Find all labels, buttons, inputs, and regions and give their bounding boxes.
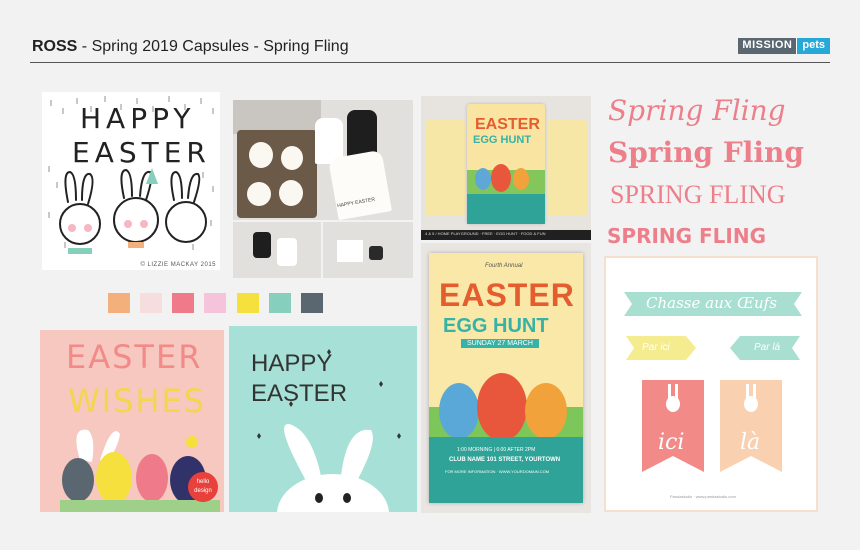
- page-subtitle: - Spring 2019 Capsules - Spring Fling: [77, 38, 349, 55]
- large-flyer-egg-hunt: EGG HUNT: [443, 315, 549, 337]
- small-flyer-footer: 4 & 5 / HOME PLAYGROUND · FREE · EGG HUN…: [425, 231, 546, 236]
- page-title: ROSS - Spring 2019 Capsules - Spring Fli…: [32, 38, 349, 56]
- egg-hunt-flyer-large: Fourth Annual EASTER EGG HUNT SUNDAY 27 …: [421, 243, 591, 513]
- spring-fling-block: SPRING FLING: [607, 224, 767, 248]
- chasse-arrow-left: Par ici: [642, 342, 670, 353]
- chasse-arrow-right: Par là: [754, 342, 781, 353]
- swatch-teal: [269, 293, 291, 313]
- large-flyer-date: SUNDAY 27 MARCH: [461, 339, 539, 348]
- logo-pets: pets: [796, 38, 830, 54]
- small-flyer-easter: EASTER: [475, 116, 540, 133]
- happy-easter-bunny-card: HAPPY EASTER: [229, 326, 417, 512]
- large-flyer-info3: FOR MORE INFORMATION · WWW.YOURDOMAIN.CO…: [445, 469, 550, 474]
- large-flyer-easter: EASTER: [439, 277, 575, 313]
- swatch-orange: [108, 293, 130, 313]
- mission-pets-logo: MISSION pets: [738, 38, 830, 54]
- hello-design-badge: hello design: [188, 472, 218, 502]
- artist-credit: © LIZZIE MACKAY 2015: [140, 262, 216, 268]
- chasse-banner: Chasse aux Œufs: [646, 294, 777, 312]
- chasse-flag-ici: ici: [658, 430, 685, 455]
- happy-easter-line2: EASTER: [72, 136, 211, 169]
- chasse-flag-la: là: [740, 430, 761, 455]
- swatch-yellow: [237, 293, 259, 313]
- bunny-card-art: [257, 349, 401, 512]
- spring-fling-script: Spring Fling: [608, 94, 786, 127]
- happy-easter-line1: HAPPY: [80, 102, 196, 135]
- egg-hunt-flyers-trio: EASTER EGG HUNT 4 & 5 / HOME PLAYGROUND …: [421, 96, 591, 240]
- chasse-aux-oeufs-set: Chasse aux Œufs Par ici Par là ici là Pa…: [604, 256, 818, 512]
- small-flyer-egg-hunt: EGG HUNT: [473, 134, 532, 146]
- large-flyer-info2: CLUB NAME 101 STREET, YOURTOWN: [449, 457, 561, 463]
- spring-fling-bold: Spring Fling: [608, 136, 804, 169]
- spring-fling-caps: SPRING FLING: [610, 180, 786, 209]
- swatch-blush: [140, 293, 162, 313]
- happy-easter-illustration: HAPPY EASTER © LIZZIE MACKAY 2015: [42, 92, 220, 270]
- large-flyer-info1: 1:00 MORNING | 6:00 AFTER 2PM: [457, 447, 536, 453]
- large-flyer-pretitle: Fourth Annual: [485, 263, 523, 269]
- logo-mission: MISSION: [738, 38, 797, 54]
- gift-tags-photo: HAPPY EASTER: [233, 100, 413, 278]
- brand-name: ROSS: [32, 38, 78, 55]
- swatch-light-pink: [204, 293, 226, 313]
- page-header: ROSS - Spring 2019 Capsules - Spring Fli…: [30, 36, 830, 63]
- swatch-pink: [172, 293, 194, 313]
- chasse-footer: Pandastudio · www.pandastudio.com: [670, 494, 736, 499]
- easter-wishes-card: EASTER WISHES hello design: [40, 330, 224, 512]
- swatch-slate: [301, 293, 323, 313]
